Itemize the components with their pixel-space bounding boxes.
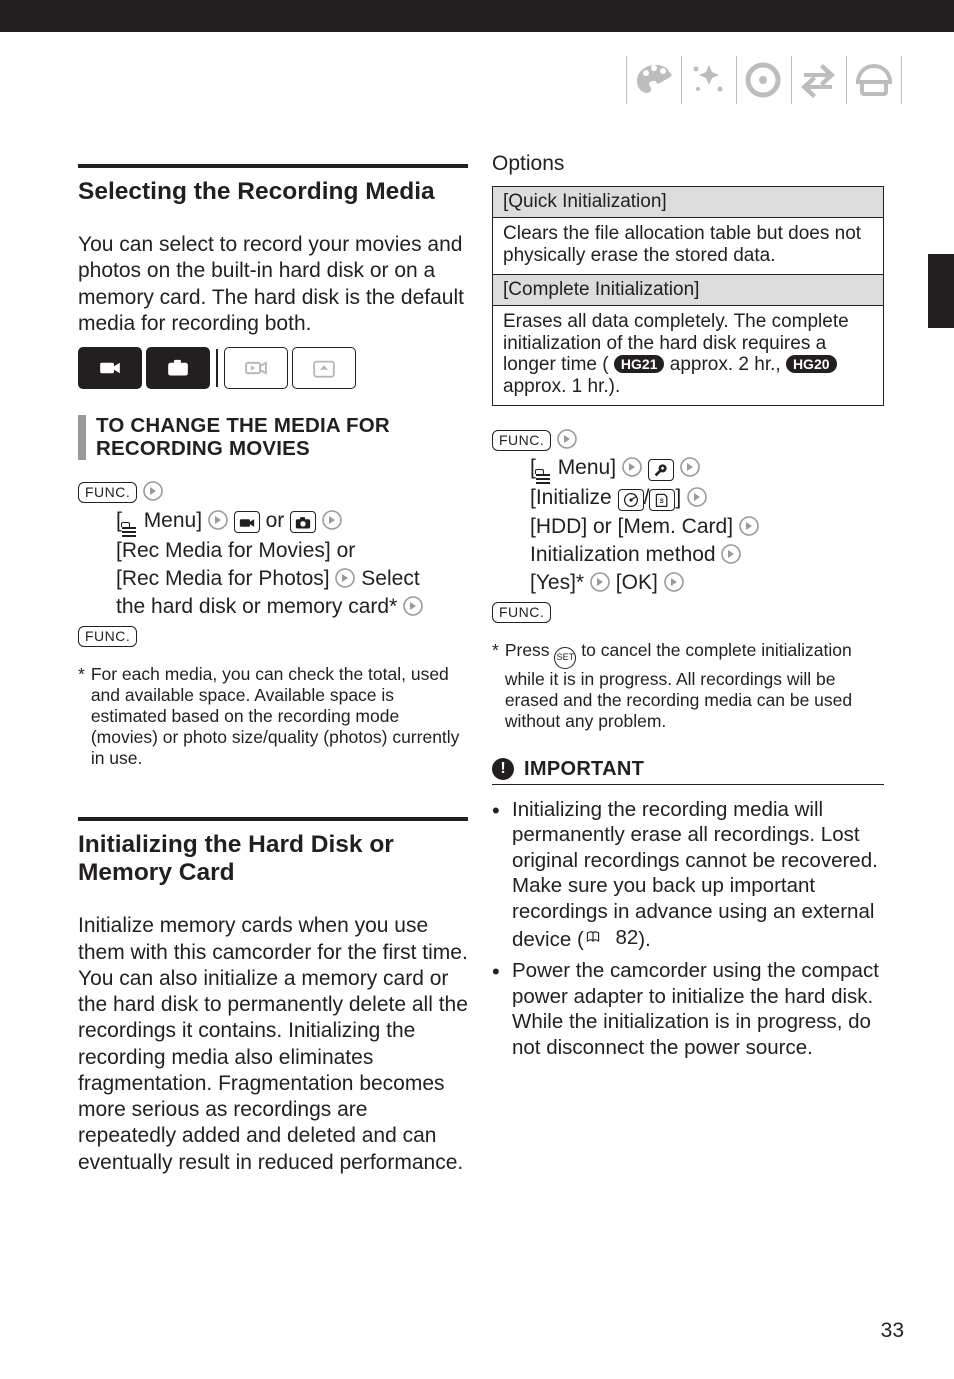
proceed-arrow-icon (687, 487, 707, 507)
model-badge: HG20 (786, 355, 837, 373)
step-text: Initialization method (530, 543, 716, 566)
top-black-bar (0, 0, 954, 32)
options-heading: Options (492, 152, 884, 176)
section-title-selecting-media: Selecting the Recording Media (78, 178, 468, 206)
proceed-arrow-icon (590, 572, 610, 592)
list-item: Initializing the recording media will pe… (492, 797, 884, 953)
wand-icon (686, 59, 732, 101)
option-title: [Quick Initialization] (493, 187, 883, 218)
list-item: Power the camcorder using the compact po… (492, 958, 884, 1061)
menu-icon (122, 527, 136, 537)
option-title: [Complete Initialization] (493, 274, 883, 306)
section-divider (78, 817, 468, 821)
body-text: You can select to record your movies and… (78, 232, 468, 337)
proceed-arrow-icon (143, 481, 163, 501)
proceed-arrow-icon (403, 596, 423, 616)
exclamation-icon: ! (492, 758, 514, 780)
proceed-arrow-icon (721, 544, 741, 564)
step-text: [Rec Media for Movies] or (116, 539, 355, 562)
mode-record-photo-icon (146, 347, 210, 389)
mode-record-video-icon (78, 347, 142, 389)
step-text: the hard disk or memory card* (116, 595, 397, 618)
proceed-arrow-icon (335, 568, 355, 588)
initialize-label: Initialize (536, 486, 612, 509)
footnote: * Press SET to cancel the complete initi… (492, 640, 884, 731)
proceed-arrow-icon (739, 516, 759, 536)
palette-icon (631, 59, 677, 101)
important-list: Initializing the recording media will pe… (492, 797, 884, 1061)
video-settings-icon (234, 511, 260, 533)
hdd-icon (618, 489, 644, 511)
footnote: * For each media, you can check the tota… (78, 664, 468, 769)
top-icon-strip (622, 56, 906, 104)
set-button-icon: SET (554, 647, 576, 669)
side-section-tab (928, 254, 954, 328)
func-button-label: FUNC. (492, 602, 551, 623)
step-text: [Rec Media for Photos] (116, 567, 330, 590)
proceed-arrow-icon (557, 429, 577, 449)
proceed-arrow-icon (664, 572, 684, 592)
photo-settings-icon (290, 511, 316, 533)
proceed-arrow-icon (680, 457, 700, 477)
manual-reference: 82 (584, 925, 639, 951)
section-divider (78, 164, 468, 168)
procedure-steps: FUNC. [ Menu] or [Rec Media for Movies] … (78, 478, 468, 650)
body-text: Initialize memory cards when you use the… (78, 913, 468, 1176)
menu-label: Menu (558, 456, 611, 479)
menu-icon (536, 474, 550, 484)
important-heading: ! IMPORTANT (492, 758, 884, 785)
mode-play-video-icon (224, 347, 288, 389)
print-icon (851, 59, 897, 101)
mode-play-photo-icon (292, 347, 356, 389)
procedure-steps: FUNC. [ Menu] [Initialize /] [HDD] or [M… (492, 426, 884, 626)
step-text: [HDD] or [Mem. Card] (530, 515, 733, 538)
func-button-label: FUNC. (492, 430, 551, 451)
section-title-initializing: Initializing the Hard Disk or Memory Car… (78, 831, 468, 887)
step-text: Select (361, 567, 419, 590)
proceed-arrow-icon (622, 457, 642, 477)
option-body: Erases all data completely. The complete… (493, 306, 883, 405)
step-text: [Yes]* (530, 571, 584, 594)
page-number: 33 (881, 1319, 904, 1343)
disc-icon (741, 59, 787, 101)
func-button-label: FUNC. (78, 482, 137, 503)
menu-label: Menu (144, 509, 197, 532)
system-settings-icon (648, 459, 674, 481)
step-text: [OK] (616, 571, 658, 594)
sd-card-icon (649, 489, 675, 511)
subsection-heading: TO CHANGE THE MEDIA FOR RECORDING MOVIES (78, 415, 468, 460)
proceed-arrow-icon (322, 510, 342, 530)
proceed-arrow-icon (208, 510, 228, 530)
or-label: or (266, 509, 285, 532)
mode-bar (78, 347, 468, 389)
options-table: [Quick Initialization] Clears the file a… (492, 186, 884, 406)
transfer-icon (796, 59, 842, 101)
option-body: Clears the file allocation table but doe… (493, 218, 883, 274)
func-button-label: FUNC. (78, 626, 137, 647)
model-badge: HG21 (614, 355, 665, 373)
